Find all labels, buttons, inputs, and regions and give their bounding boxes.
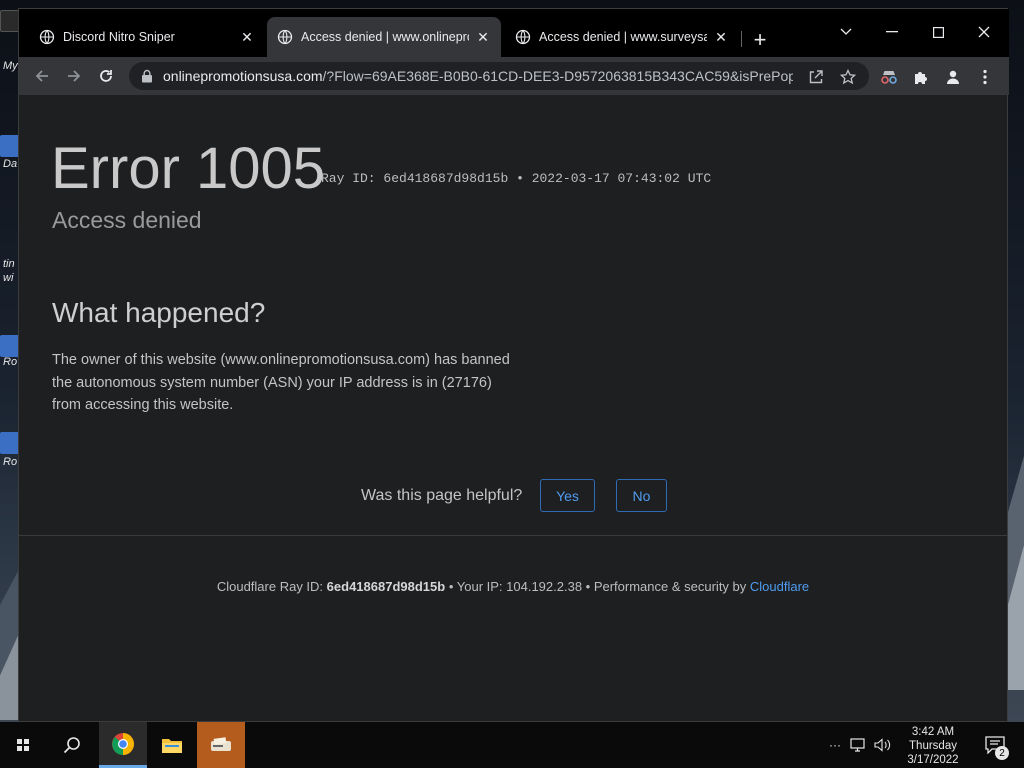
tab-title: Access denied | www.surveysandpromotions [539, 30, 707, 44]
taskbar-clock[interactable]: 3:42 AM Thursday 3/17/2022 [898, 725, 968, 767]
puzzle-icon [915, 72, 927, 84]
tab-separator [741, 31, 742, 47]
feedback-bar: Was this page helpful? Yes No [19, 479, 1007, 513]
url-text: onlinepromotionsusa.com/?Flow=69AE368E-B… [163, 68, 793, 84]
desktop-icon-label: tin [3, 258, 15, 270]
footer-ray-prefix: Cloudflare Ray ID: [216, 579, 324, 594]
url-domain: onlinepromotionsusa.com [163, 68, 323, 84]
tray-volume[interactable] [872, 722, 894, 768]
feedback-yes-button[interactable]: Yes [540, 479, 595, 512]
tab-access-denied-onlinepromotionsusa[interactable]: Access denied | www.onlinepromotionsusa.… [267, 17, 501, 57]
error-page: Error 1005 Ray ID: 6ed418687d98d15b • 20… [19, 95, 1007, 721]
close-icon [978, 26, 990, 38]
close-icon[interactable]: ✕ [475, 29, 491, 45]
taskbar-app[interactable] [197, 722, 245, 768]
explanation-text: The owner of this website (www.onlinepro… [52, 352, 510, 413]
taskbar-chrome[interactable] [99, 722, 147, 768]
tray-overflow[interactable]: ··· [826, 722, 844, 768]
taskbar: ··· 3:42 AM Thursday 3/17/2022 2 [0, 722, 1024, 768]
windows-icon [17, 739, 29, 751]
close-window-button[interactable] [961, 21, 1007, 43]
footer: Cloudflare Ray ID: 6ed418687d98d15b • Yo… [19, 579, 1007, 594]
extensions-button[interactable] [911, 67, 931, 87]
globe-icon [277, 29, 293, 45]
share-icon [809, 70, 823, 84]
menu-button[interactable] [975, 67, 995, 87]
tab-discord-nitro-sniper[interactable]: Discord Nitro Sniper ✕ [29, 17, 265, 57]
ray-id-line: Ray ID: 6ed418687d98d15b • 2022-03-17 07… [321, 171, 711, 186]
ray-label: Ray ID: [321, 171, 376, 186]
star-icon [840, 69, 856, 85]
error-subtitle: Access denied [52, 207, 202, 233]
volume-icon [874, 738, 891, 752]
globe-icon [39, 29, 55, 45]
footer-ray-id: 6ed418687d98d15b [326, 579, 446, 594]
desktop-icon-label: Da [3, 158, 18, 170]
desktop-icon-label: Ro [3, 356, 18, 368]
reload-button[interactable] [93, 63, 119, 89]
bookmark-button[interactable] [839, 68, 857, 86]
back-button[interactable] [29, 63, 55, 89]
taskbar-file-explorer[interactable] [149, 722, 195, 768]
maximize-icon [932, 26, 944, 38]
globe-icon [515, 29, 531, 45]
minimize-icon [886, 31, 898, 33]
section-heading: What happened? [52, 297, 266, 328]
tray-network[interactable] [848, 722, 870, 768]
minimize-button[interactable] [869, 21, 915, 43]
notification-count: 2 [995, 746, 1009, 760]
app-icon [211, 737, 231, 751]
more-vert-icon [983, 69, 987, 85]
footer-ip-text: • Your IP: 104.192.2.38 • Performance & … [448, 579, 747, 594]
folder-icon [162, 739, 182, 753]
browser-window: Discord Nitro Sniper ✕ Access denied | w… [18, 8, 1009, 722]
address-bar[interactable]: onlinepromotionsusa.com/?Flow=69AE368E-B… [129, 62, 869, 90]
feedback-question: Was this page helpful? [361, 487, 523, 504]
close-icon[interactable]: ✕ [239, 29, 255, 45]
clock-day: Thursday [909, 740, 957, 752]
search-button[interactable] [48, 722, 96, 768]
cloudflare-link[interactable]: Cloudflare [750, 579, 809, 594]
clock-date: 3/17/2022 [907, 754, 959, 766]
tab-strip: Discord Nitro Sniper ✕ Access denied | w… [19, 9, 1009, 57]
user-icon [947, 70, 959, 84]
tab-title: Access denied | www.onlinepromotionsusa.… [301, 30, 469, 44]
close-icon[interactable]: ✕ [713, 29, 729, 45]
clock-time: 3:42 AM [911, 726, 955, 738]
incognito-extension-button[interactable] [879, 67, 899, 87]
tab-search-button[interactable] [823, 21, 869, 43]
ray-bullet: • [516, 171, 524, 186]
maximize-button[interactable] [915, 21, 961, 43]
profile-button[interactable] [943, 67, 963, 87]
tab-access-denied-surveysandpromotions[interactable]: Access denied | www.surveysandpromotions… [505, 17, 739, 57]
new-tab-button[interactable]: + [749, 27, 771, 52]
forward-button[interactable] [61, 63, 87, 89]
feedback-no-button[interactable]: No [616, 479, 667, 512]
start-button[interactable] [0, 722, 46, 768]
chevron-down-icon [840, 28, 852, 35]
notification-center-button[interactable]: 2 [978, 722, 1012, 768]
desktop-icon-label: Ro [3, 456, 18, 468]
tab-title: Discord Nitro Sniper [63, 30, 175, 44]
share-button[interactable] [807, 68, 825, 86]
desktop-icon-label: wi [3, 272, 14, 284]
arrow-right-icon [68, 70, 81, 82]
ray-timestamp: 2022-03-17 07:43:02 UTC [531, 171, 712, 186]
desktop-icon-label: My [3, 60, 18, 72]
search-icon [63, 737, 80, 754]
network-icon [850, 738, 865, 752]
error-title: Error 1005 [51, 136, 326, 201]
reload-icon [100, 70, 112, 82]
chrome-icon [112, 732, 134, 755]
lock-icon[interactable] [141, 69, 153, 83]
ray-id: 6ed418687d98d15b [383, 171, 509, 186]
arrow-left-icon [35, 70, 48, 82]
divider [19, 535, 1007, 536]
spy-glasses-icon [881, 71, 897, 84]
browser-toolbar: onlinepromotionsusa.com/?Flow=69AE368E-B… [19, 57, 1009, 95]
url-path: /?Flow=69AE368E-B0B0-61CD-DEE3-D95720638… [322, 68, 793, 84]
